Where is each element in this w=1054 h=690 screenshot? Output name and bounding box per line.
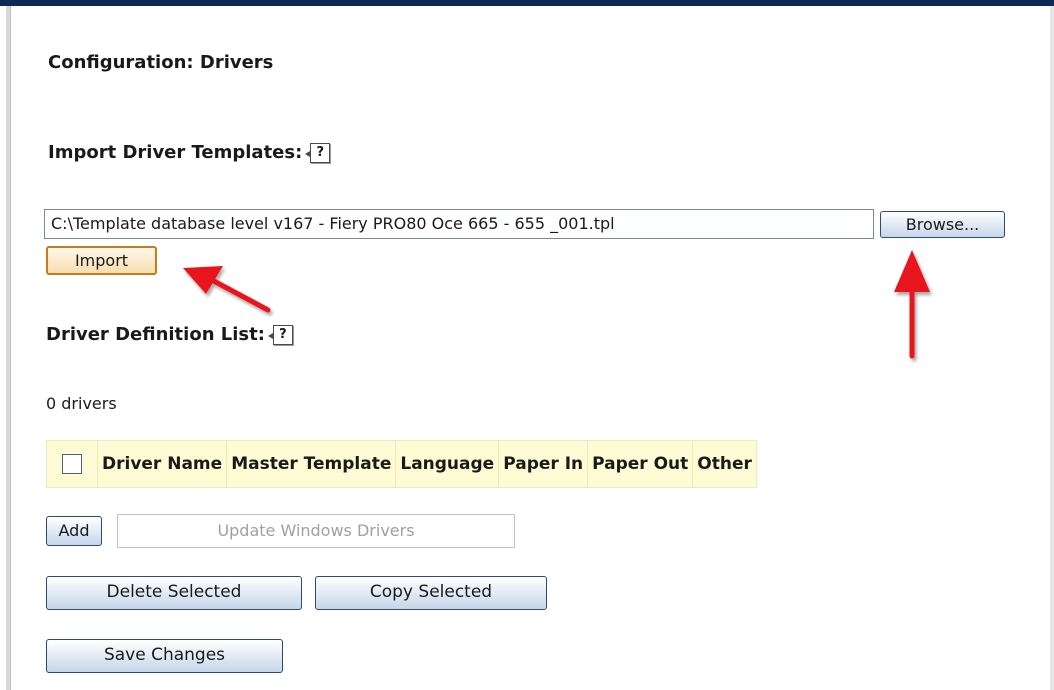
- column-header-driver-name[interactable]: Driver Name: [96, 440, 228, 488]
- help-question-icon[interactable]: ?: [305, 142, 331, 163]
- select-all-cell: [46, 440, 98, 488]
- right-frame-border: [1050, 6, 1054, 690]
- page-title: Configuration: Drivers: [48, 52, 274, 73]
- driver-count: 0 drivers: [46, 394, 117, 413]
- import-section-title: Import Driver Templates: ?: [48, 142, 331, 163]
- arrow-to-import-icon: [183, 266, 271, 313]
- save-changes-button[interactable]: Save Changes: [46, 639, 283, 673]
- column-header-language[interactable]: Language: [395, 440, 500, 488]
- driver-definition-table: Driver Name Master Template Language Pap…: [46, 440, 757, 488]
- column-header-paper-out[interactable]: Paper Out: [587, 440, 694, 488]
- left-frame-line: [10, 6, 11, 690]
- template-file-path-field[interactable]: C:\Template database level v167 - Fiery …: [44, 209, 874, 239]
- delete-selected-button[interactable]: Delete Selected: [46, 576, 302, 610]
- import-button[interactable]: Import: [46, 246, 157, 275]
- top-header-bar: [0, 0, 1054, 6]
- column-header-other[interactable]: Other: [692, 440, 757, 488]
- driver-list-section-label: Driver Definition List:: [46, 324, 265, 345]
- arrow-to-browse-icon: [894, 250, 930, 359]
- update-windows-drivers-button[interactable]: Update Windows Drivers: [117, 514, 515, 548]
- help-question-icon[interactable]: ?: [267, 324, 293, 345]
- add-button[interactable]: Add: [46, 516, 102, 546]
- import-section-label: Import Driver Templates:: [48, 142, 303, 163]
- table-header-row: Driver Name Master Template Language Pap…: [46, 440, 757, 488]
- select-all-checkbox[interactable]: [62, 454, 82, 474]
- column-header-paper-in[interactable]: Paper In: [498, 440, 589, 488]
- column-header-master-template[interactable]: Master Template: [226, 440, 397, 488]
- browse-button[interactable]: Browse...: [880, 211, 1005, 238]
- copy-selected-button[interactable]: Copy Selected: [315, 576, 547, 610]
- driver-list-section-title: Driver Definition List: ?: [46, 324, 293, 345]
